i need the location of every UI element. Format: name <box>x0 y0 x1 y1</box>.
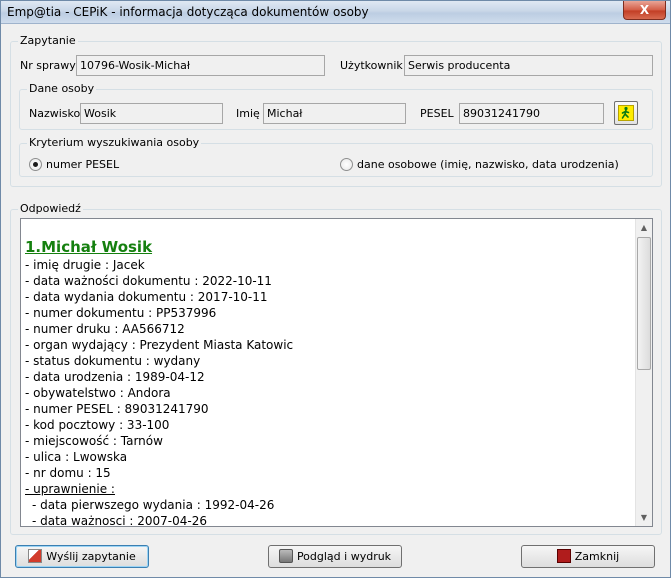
first-name-field[interactable]: Michał <box>263 103 406 124</box>
permission-line: - data ważnosci : 2007-04-26 <box>32 514 207 527</box>
response-line: - organ wydający : Prezydent Miasta Kato… <box>25 338 294 352</box>
permission-lines: - data pierwszego wydania : 1992-04-26 - … <box>25 497 633 527</box>
title-bar[interactable]: Emp@tia - CEPiK - informacja dotycząca d… <box>1 1 670 24</box>
response-line: - kod pocztowy : 33-100 <box>25 418 170 432</box>
response-line: - status dokumentu : wydany <box>25 354 201 368</box>
person-heading: 1.Michał Wosik <box>25 238 153 256</box>
permission-line: - data pierwszego wydania : 1992-04-26 <box>32 498 275 512</box>
close-icon: X <box>639 3 650 17</box>
response-line: - imię drugie : Jacek <box>25 258 145 272</box>
permission-section: - uprawnienie : <box>25 481 633 497</box>
case-number-label: Nr sprawy <box>20 59 76 72</box>
running-person-icon <box>618 105 634 121</box>
scroll-down-icon[interactable]: ▼ <box>636 509 652 526</box>
printer-icon <box>278 549 293 563</box>
response-content: 1.Michał Wosik - imię drugie : Jacek - da… <box>25 238 633 527</box>
send-query-label: Wyślij zapytanie <box>46 550 136 563</box>
surname-label: Nazwisko <box>29 107 81 120</box>
response-line: - obywatelstwo : Andora <box>25 386 171 400</box>
response-line: - nr domu : 15 <box>25 466 111 480</box>
close-label: Zamknij <box>574 550 620 563</box>
pesel-radio[interactable] <box>29 158 42 171</box>
send-icon <box>28 549 43 563</box>
query-legend: Zapytanie <box>18 34 78 47</box>
response-line: - data ważności dokumentu : 2022-10-11 <box>25 274 272 288</box>
pesel-radio-label[interactable]: numer PESEL <box>46 158 119 171</box>
response-line: - data wydania dokumentu : 2017-10-11 <box>25 290 268 304</box>
response-scrollbar[interactable]: ▲ ▼ <box>635 219 652 526</box>
exit-door-icon <box>556 549 571 563</box>
person-lookup-button[interactable] <box>614 101 638 125</box>
response-line: - miejscowość : Tarnów <box>25 434 163 448</box>
preview-print-button[interactable]: Podgląd i wydruk <box>268 545 402 568</box>
response-line: - numer druku : AA566712 <box>25 322 185 336</box>
person-legend: Dane osoby <box>27 82 97 95</box>
case-number-field[interactable]: 10796-Wosik-Michał <box>76 55 325 76</box>
response-line: - data urodzenia : 1989-04-12 <box>25 370 205 384</box>
user-field[interactable]: Serwis producenta <box>404 55 653 76</box>
user-label: Użytkownik <box>340 59 403 72</box>
scroll-thumb[interactable] <box>637 237 651 370</box>
send-query-button[interactable]: Wyślij zapytanie <box>15 545 149 568</box>
response-line: - numer dokumentu : PP537996 <box>25 306 217 320</box>
permission-section-label: - uprawnienie : <box>25 482 115 496</box>
response-textbox[interactable]: 1.Michał Wosik - imię drugie : Jacek - da… <box>20 218 653 527</box>
scroll-up-icon[interactable]: ▲ <box>636 219 652 236</box>
close-window-button[interactable]: X <box>623 1 666 20</box>
response-line: - ulica : Lwowska <box>25 450 128 464</box>
surname-field[interactable]: Wosik <box>80 103 223 124</box>
personal-data-radio-label[interactable]: dane osobowe (imię, nazwisko, data urodz… <box>357 158 619 171</box>
pesel-field[interactable]: 89031241790 <box>459 103 604 124</box>
window-title: Emp@tia - CEPiK - informacja dotycząca d… <box>7 5 369 19</box>
response-line: - numer PESEL : 89031241790 <box>25 402 209 416</box>
personal-data-radio[interactable] <box>340 158 353 171</box>
dialog-window: Emp@tia - CEPiK - informacja dotycząca d… <box>0 0 671 578</box>
first-name-label: Imię <box>236 107 260 120</box>
preview-print-label: Podgląd i wydruk <box>296 550 392 563</box>
close-button[interactable]: Zamknij <box>521 545 655 568</box>
pesel-label: PESEL <box>420 107 454 120</box>
response-legend: Odpowiedź <box>18 202 83 215</box>
criteria-legend: Kryterium wyszukiwania osoby <box>27 136 202 149</box>
response-lines: - imię drugie : Jacek - data ważności dok… <box>25 257 633 481</box>
